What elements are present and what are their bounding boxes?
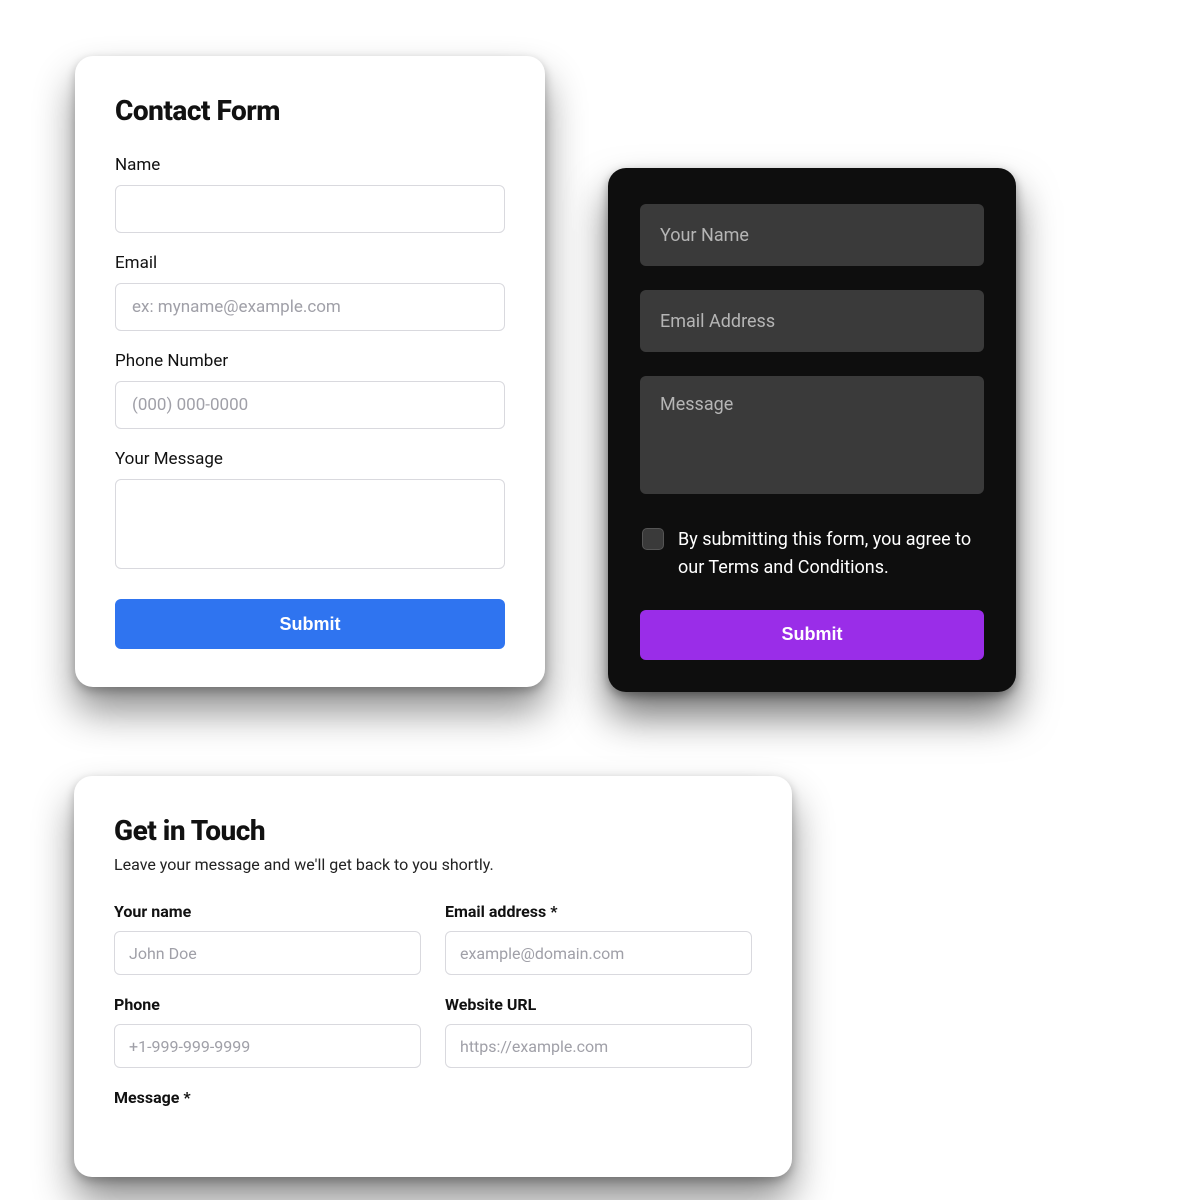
website-field-group: Website URL xyxy=(445,995,752,1068)
contact-form-dark: By submitting this form, you agree to ou… xyxy=(608,168,1016,692)
email-field-group: Email address * xyxy=(445,902,752,975)
name-field-group: Name xyxy=(115,155,505,233)
row-name-email: Your name Email address * xyxy=(114,902,752,975)
email-input[interactable] xyxy=(115,283,505,331)
name-label: Your name xyxy=(114,902,421,921)
name-input[interactable] xyxy=(115,185,505,233)
form-title: Get in Touch xyxy=(114,814,752,847)
name-input[interactable] xyxy=(114,931,421,975)
email-label: Email address * xyxy=(445,902,752,921)
consent-checkbox[interactable] xyxy=(642,528,664,550)
name-input[interactable] xyxy=(640,204,984,266)
form-title: Contact Form xyxy=(115,94,505,127)
get-in-touch-form: Get in Touch Leave your message and we'l… xyxy=(74,776,792,1177)
name-label: Name xyxy=(115,155,505,175)
row-message: Message * xyxy=(114,1088,752,1117)
message-textarea[interactable] xyxy=(115,479,505,569)
consent-text: By submitting this form, you agree to ou… xyxy=(678,526,982,582)
phone-label: Phone Number xyxy=(115,351,505,371)
message-field-group: Message * xyxy=(114,1088,752,1117)
email-label: Email xyxy=(115,253,505,273)
submit-button[interactable]: Submit xyxy=(115,599,505,649)
phone-input[interactable] xyxy=(115,381,505,429)
message-label: Message * xyxy=(114,1088,752,1107)
phone-input[interactable] xyxy=(114,1024,421,1068)
form-subtitle: Leave your message and we'll get back to… xyxy=(114,855,752,874)
phone-label: Phone xyxy=(114,995,421,1014)
message-field-group: Your Message xyxy=(115,449,505,573)
consent-row: By submitting this form, you agree to ou… xyxy=(640,526,984,582)
email-input[interactable] xyxy=(640,290,984,352)
submit-button[interactable]: Submit xyxy=(640,610,984,660)
phone-field-group: Phone Number xyxy=(115,351,505,429)
phone-field-group: Phone xyxy=(114,995,421,1068)
message-label: Your Message xyxy=(115,449,505,469)
name-field-group: Your name xyxy=(114,902,421,975)
website-label: Website URL xyxy=(445,995,752,1014)
email-input[interactable] xyxy=(445,931,752,975)
email-field-group: Email xyxy=(115,253,505,331)
row-phone-website: Phone Website URL xyxy=(114,995,752,1068)
contact-form-light: Contact Form Name Email Phone Number You… xyxy=(75,56,545,687)
website-input[interactable] xyxy=(445,1024,752,1068)
message-textarea[interactable] xyxy=(640,376,984,494)
